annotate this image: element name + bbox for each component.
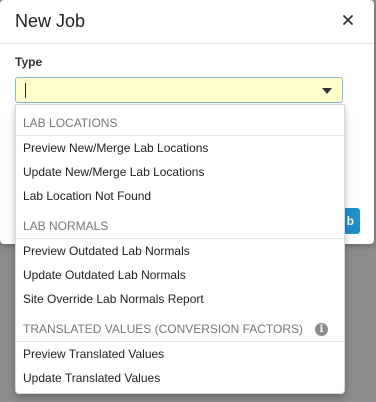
option-update-translated-values[interactable]: Update Translated Values [16, 366, 344, 390]
type-label: Type [15, 55, 43, 69]
type-dropdown-menu: LAB LOCATIONS Preview New/Merge Lab Loca… [15, 104, 345, 394]
option-preview-translated-values[interactable]: Preview Translated Values [16, 342, 344, 366]
group-header-translated-values-label: TRANSLATED VALUES (CONVERSION FACTORS) [23, 322, 304, 336]
option-site-override-lab-normals-report[interactable]: Site Override Lab Normals Report [16, 287, 344, 311]
group-header-lab-locations: LAB LOCATIONS [16, 111, 344, 136]
option-update-outdated-lab-normals[interactable]: Update Outdated Lab Normals [16, 263, 344, 287]
close-icon[interactable] [340, 12, 356, 28]
text-cursor [25, 83, 26, 98]
modal-header: New Job [0, 0, 374, 44]
option-preview-new-merge-lab-locations[interactable]: Preview New/Merge Lab Locations [16, 136, 344, 160]
group-header-translated-values: TRANSLATED VALUES (CONVERSION FACTORS) i [16, 317, 344, 342]
modal-title: New Job [15, 11, 86, 31]
group-header-lab-normals: LAB NORMALS [16, 214, 344, 239]
option-lab-location-not-found[interactable]: Lab Location Not Found [16, 184, 344, 208]
option-update-new-merge-lab-locations[interactable]: Update New/Merge Lab Locations [16, 160, 344, 184]
info-icon[interactable]: i [315, 323, 328, 336]
option-preview-outdated-lab-normals[interactable]: Preview Outdated Lab Normals [16, 239, 344, 263]
chevron-down-icon[interactable] [322, 88, 332, 94]
type-select[interactable] [15, 77, 343, 103]
